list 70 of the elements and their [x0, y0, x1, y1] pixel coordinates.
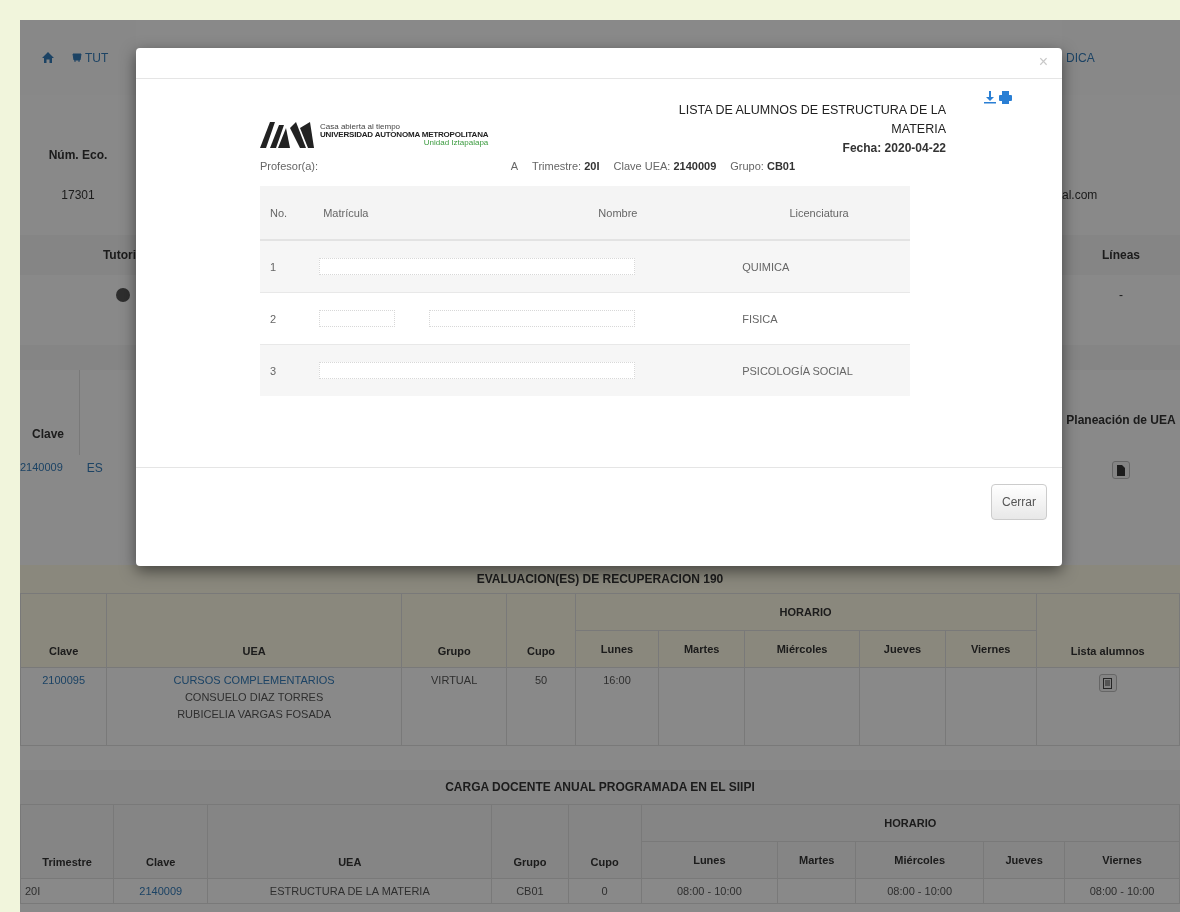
column-header: Martes — [777, 841, 856, 879]
close-button[interactable]: Cerrar — [991, 484, 1047, 520]
course-code-link[interactable]: 2140009 — [20, 461, 63, 473]
column-header: Cupo — [506, 593, 576, 668]
info-field: Clave UEA: 2140009 — [613, 160, 717, 172]
section-title: EVALUACION(ES) DE RECUPERACION 190 — [476, 572, 724, 586]
info-label: Profesor(a): — [260, 160, 319, 172]
column-header: Cupo — [568, 804, 642, 879]
column-header: Jueves — [983, 841, 1065, 879]
table-cell: VIRTUAL — [401, 667, 507, 746]
column-header: Clave — [32, 427, 65, 441]
table-cell: 3 — [260, 344, 314, 396]
column-header: Planeación de UEA — [1066, 412, 1176, 427]
table-cell: ESTRUCTURA DE LA MATERIA — [207, 878, 492, 904]
table-cell: PSICOLOGÍA SOCIAL — [728, 344, 910, 396]
column-header: Lista alumnos — [1036, 593, 1180, 668]
logo-tagline: Casa abierta al tiempo — [320, 122, 401, 131]
section-title: CARGA DOCENTE ANUAL PROGRAMADA EN EL SIIPI — [445, 780, 755, 794]
table-cell: CB01 — [491, 878, 568, 904]
column-header: Miércoles — [855, 841, 984, 879]
column-header: Matrícula — [313, 186, 508, 240]
column-header: HORARIO — [641, 804, 1180, 842]
column-header: Nombre — [507, 186, 729, 240]
table-cell: - — [1119, 288, 1123, 302]
course-code-link[interactable]: 2100095 — [42, 674, 86, 686]
table-cell: 16:00 — [575, 667, 659, 746]
teacher-name: CONSUELO DIAZ TORRES — [183, 690, 325, 705]
column-header: Licenciatura — [728, 186, 910, 240]
column-header: Grupo — [401, 593, 507, 668]
column-header: Martes — [658, 630, 745, 668]
column-header: Clave — [113, 804, 208, 879]
table-cell: 1 — [260, 240, 314, 293]
info-field: Trimestre: 20I — [532, 160, 600, 172]
report-date: Fecha: 2020-04-22 — [841, 140, 946, 157]
column-header: Viernes — [945, 630, 1037, 668]
column-header: HORARIO — [575, 593, 1037, 631]
close-button[interactable]: × — [1038, 48, 1062, 70]
info-field: Grupo: CB01 — [730, 160, 796, 172]
column-header: Grupo — [491, 804, 568, 879]
table-cell: al.com — [1062, 188, 1098, 202]
table-cell: 50 — [506, 667, 576, 746]
course-name-link[interactable]: CURSOS COMPLEMENTARIOS — [111, 672, 397, 689]
column-header: Jueves — [859, 630, 946, 668]
table-cell: 08:00 - 10:00 — [641, 878, 778, 904]
table-cell: 17301 — [61, 188, 95, 202]
course-name-link[interactable]: ES — [86, 461, 103, 475]
table-cell: QUIMICA — [728, 240, 910, 293]
table-cell: 08:00 - 10:00 — [855, 878, 984, 904]
table-cell: 08:00 - 10:00 — [1064, 878, 1180, 904]
university-name: UNIVERSIDAD AUTONOMA METROPOLITANA — [320, 130, 489, 139]
teacher-name: A — [509, 160, 519, 172]
column-header: Miércoles — [744, 630, 860, 668]
column-header: Lunes — [575, 630, 659, 668]
column-header: UEA — [106, 593, 402, 668]
table-cell: 0 — [568, 878, 642, 904]
column-header: Viernes — [1064, 841, 1180, 879]
column-header: Líneas — [1102, 248, 1140, 262]
teacher-name: RUBICELIA VARGAS FOSADA — [176, 707, 332, 722]
column-header: Trimestre — [20, 804, 114, 879]
column-header: Núm. Eco. — [48, 148, 108, 162]
column-header: No. — [260, 186, 314, 240]
nav-link[interactable]: TUT — [72, 50, 109, 65]
column-header: Tutori — [102, 248, 136, 262]
column-header: UEA — [207, 804, 492, 879]
report-title: LISTA DE ALUMNOS DE ESTRUCTURA DE LA MATERIA — [677, 102, 946, 138]
column-header: Lunes — [641, 841, 778, 879]
campus-name: Unidad Iztapalapa — [423, 138, 489, 147]
table-cell: 20I — [20, 878, 114, 904]
nav-link[interactable]: DICA — [1066, 50, 1095, 65]
column-header: Clave — [20, 593, 107, 668]
